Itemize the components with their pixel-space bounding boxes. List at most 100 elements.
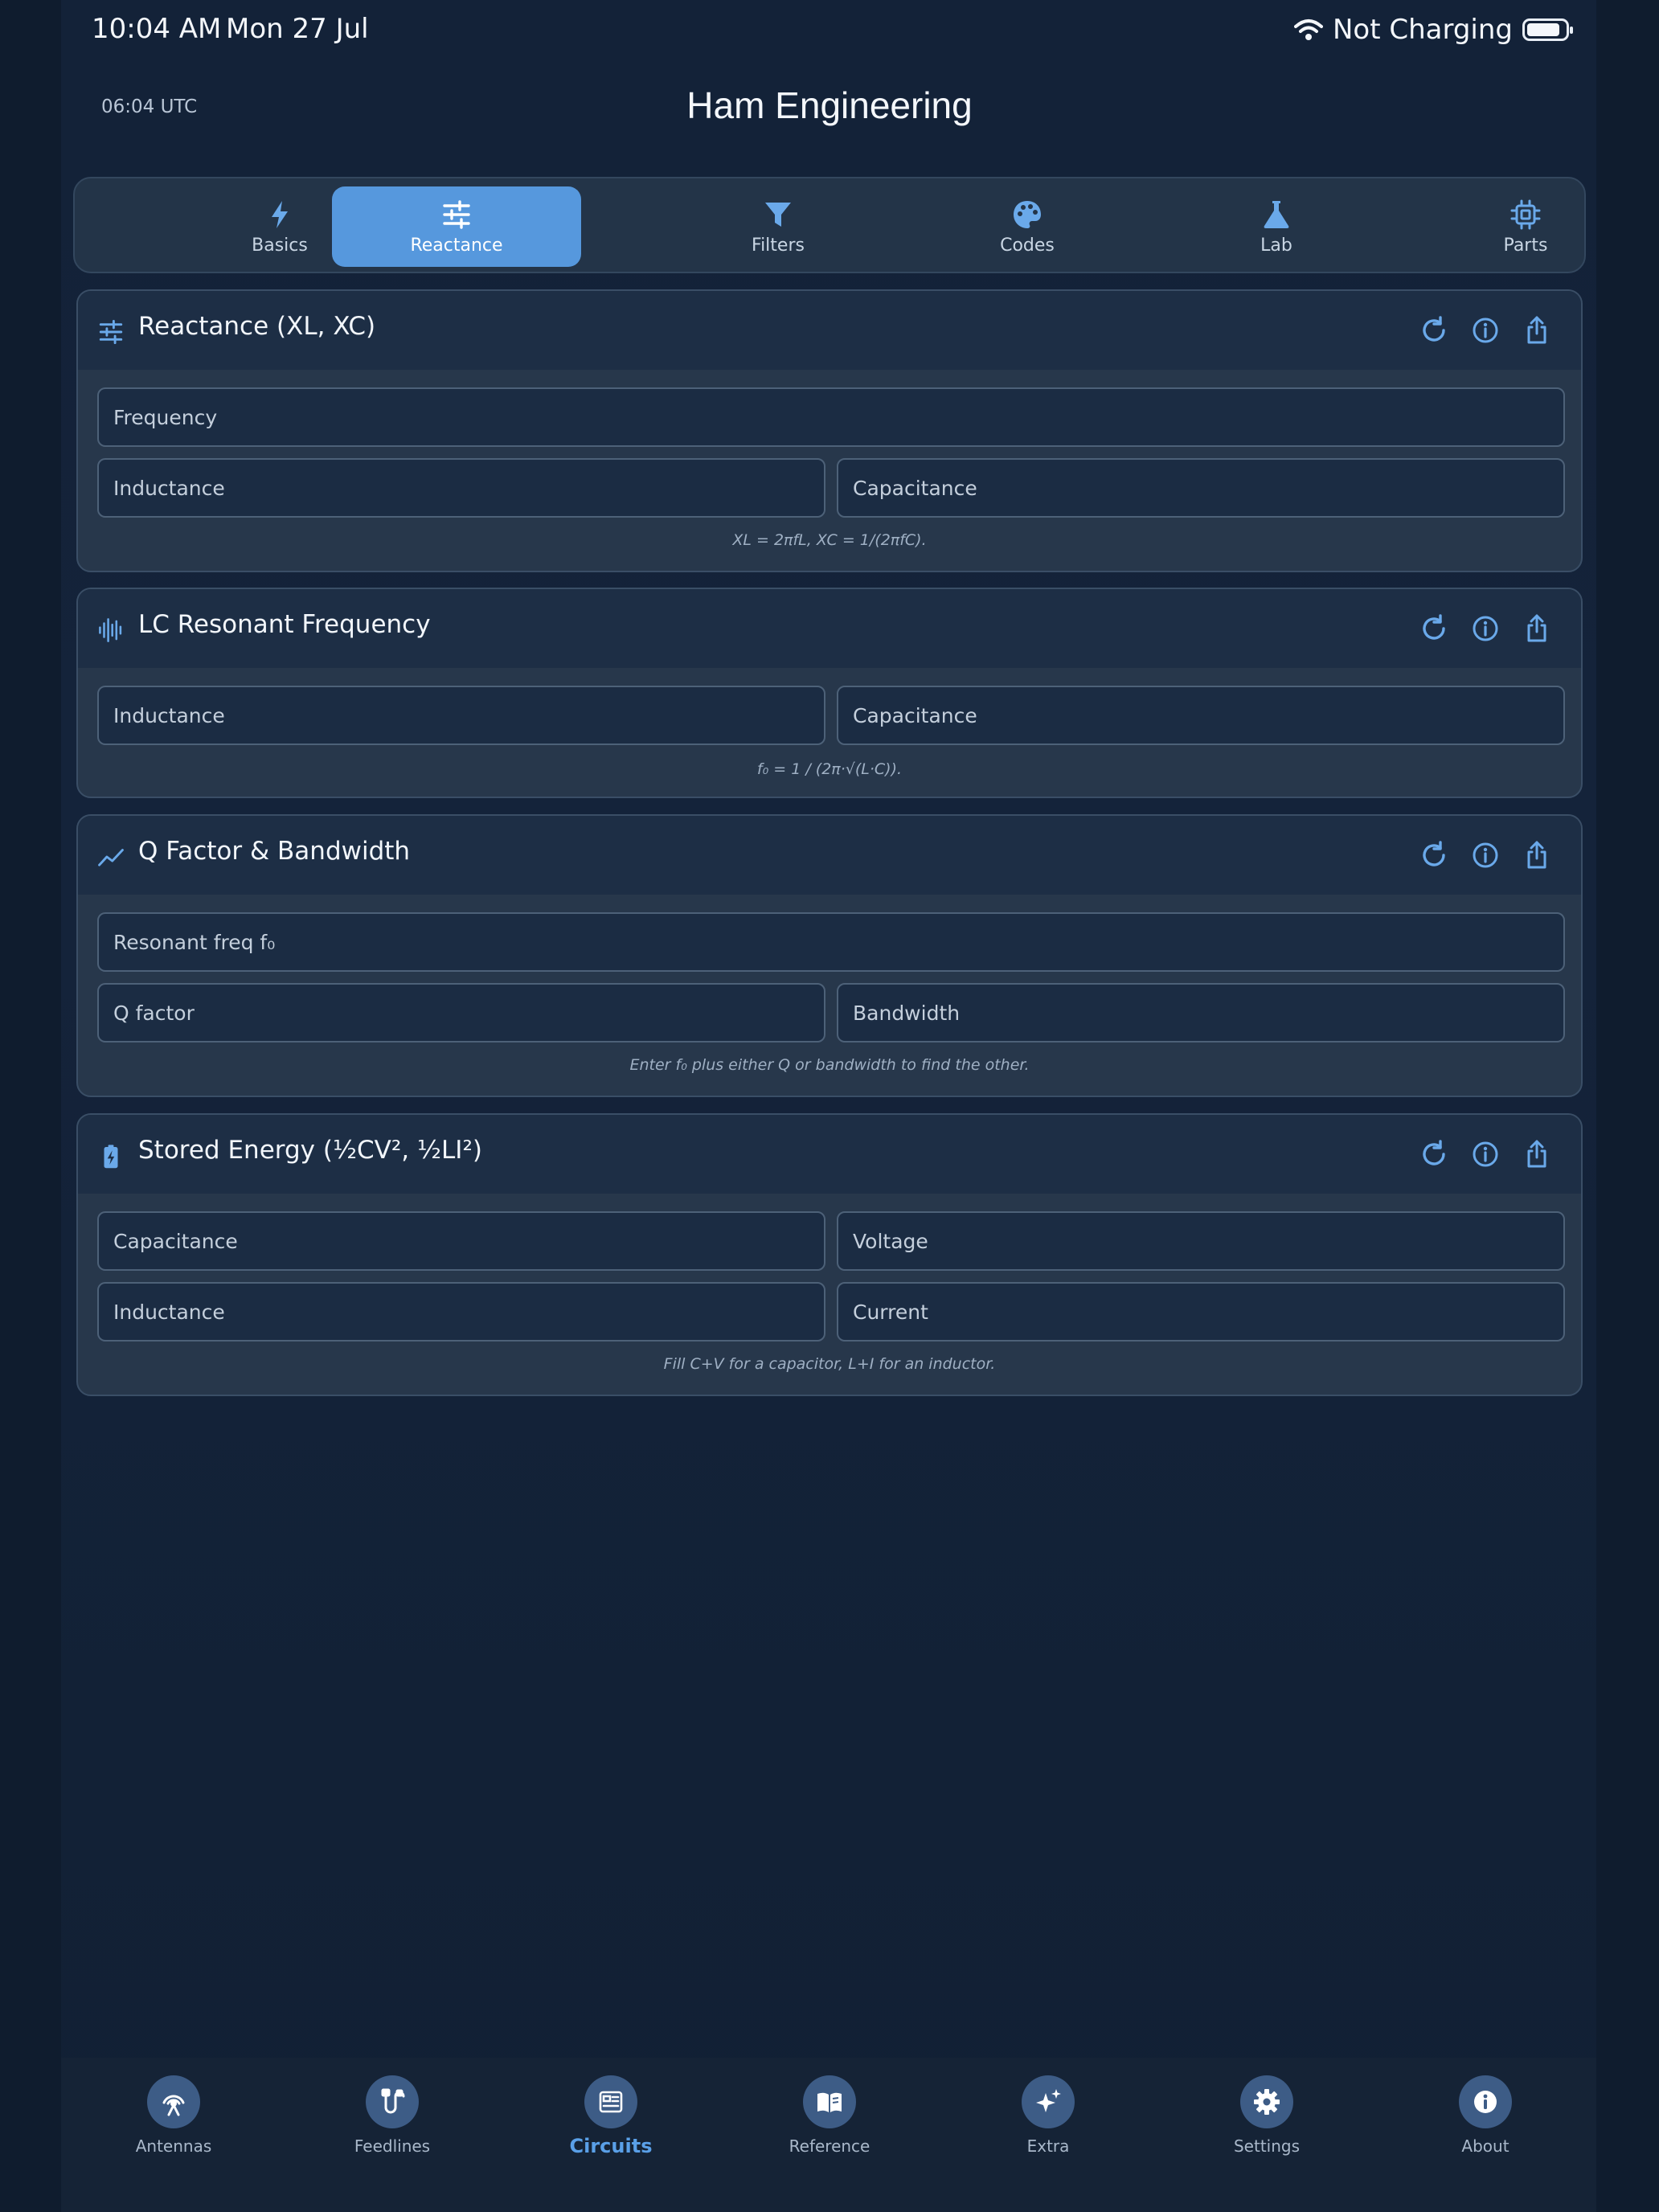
nav-settings[interactable]: Settings bbox=[1186, 2075, 1347, 2156]
card-header: LC Resonant Frequency bbox=[78, 589, 1581, 668]
inductance-input[interactable] bbox=[113, 476, 824, 500]
palette-icon bbox=[1014, 200, 1041, 228]
nav-label: Feedlines bbox=[354, 2136, 431, 2156]
status-bar: 10:04 AM Mon 27 Jul Not Charging bbox=[0, 0, 1659, 61]
nav-reference[interactable]: Reference bbox=[749, 2075, 910, 2156]
frequency-field[interactable] bbox=[97, 387, 1565, 447]
share-icon[interactable] bbox=[1522, 613, 1552, 644]
waveform-icon bbox=[99, 618, 122, 642]
info-icon[interactable] bbox=[1470, 840, 1501, 870]
nav-extra[interactable]: Extra bbox=[968, 2075, 1129, 2156]
nav-circuits[interactable]: Circuits bbox=[530, 2075, 691, 2157]
wifi-icon bbox=[1293, 19, 1323, 40]
nav-about[interactable]: About bbox=[1405, 2075, 1566, 2156]
card-actions bbox=[1419, 613, 1552, 644]
nav-icon-circle bbox=[147, 2075, 200, 2128]
status-date: Mon 27 Jul bbox=[226, 13, 369, 45]
tab-label: Codes bbox=[1000, 235, 1055, 256]
card-actions bbox=[1419, 840, 1552, 870]
current-input[interactable] bbox=[853, 1300, 1563, 1324]
card-lc-resonant-frequency: LC Resonant Frequency f₀ = 1 / (2π·√(L·C… bbox=[76, 588, 1583, 798]
nav-antennas[interactable]: Antennas bbox=[93, 2075, 254, 2156]
refresh-icon[interactable] bbox=[1419, 613, 1449, 644]
bolt-icon bbox=[272, 200, 288, 228]
card-stored-energy: Stored Energy (½CV², ½LI²) Fill C+V for … bbox=[76, 1113, 1583, 1396]
nav-label: Settings bbox=[1233, 2136, 1301, 2156]
formula-hint: f₀ = 1 / (2π·√(L·C)). bbox=[756, 760, 903, 778]
nav-label: Reference bbox=[789, 2136, 870, 2156]
card-title: Reactance (XL, XC) bbox=[138, 312, 376, 341]
capacitance-field[interactable] bbox=[837, 686, 1565, 745]
q-factor-input[interactable] bbox=[113, 1001, 824, 1025]
card-header: Q Factor & Bandwidth bbox=[78, 816, 1581, 895]
card-body: XL = 2πfL, XC = 1/(2πfC). bbox=[78, 370, 1581, 571]
category-tab-bar: Basics Reactance Filters Codes Lab Parts bbox=[73, 177, 1586, 273]
inductance-field[interactable] bbox=[97, 1282, 825, 1342]
tab-label: Lab bbox=[1260, 235, 1292, 256]
nav-feedlines[interactable]: Feedlines bbox=[312, 2075, 473, 2156]
capacitance-input[interactable] bbox=[853, 703, 1563, 727]
card-title: LC Resonant Frequency bbox=[138, 610, 431, 639]
bandwidth-input[interactable] bbox=[853, 1001, 1563, 1025]
card-header: Stored Energy (½CV², ½LI²) bbox=[78, 1115, 1581, 1194]
voltage-field[interactable] bbox=[837, 1211, 1565, 1271]
bandwidth-field[interactable] bbox=[837, 983, 1565, 1043]
tab-label: Basics bbox=[252, 235, 308, 256]
battery-bolt-icon bbox=[104, 1145, 118, 1169]
capacitance-input[interactable] bbox=[853, 476, 1563, 500]
nav-icon-circle bbox=[1022, 2075, 1075, 2128]
refresh-icon[interactable] bbox=[1419, 315, 1449, 346]
sliders-icon bbox=[99, 319, 123, 345]
capacitance-field[interactable] bbox=[837, 458, 1565, 518]
q-factor-field[interactable] bbox=[97, 983, 825, 1043]
current-field[interactable] bbox=[837, 1282, 1565, 1342]
nav-icon-circle bbox=[1459, 2075, 1512, 2128]
gear-icon bbox=[1254, 2089, 1280, 2115]
formula-hint: XL = 2πfL, XC = 1/(2πfC). bbox=[732, 531, 927, 549]
info-icon bbox=[1474, 2091, 1497, 2113]
tab-codes[interactable]: Codes bbox=[903, 186, 1152, 267]
book-icon bbox=[817, 2092, 842, 2112]
card-q-factor-bandwidth: Q Factor & Bandwidth Enter f₀ plus eithe… bbox=[76, 814, 1583, 1097]
info-icon[interactable] bbox=[1470, 315, 1501, 346]
tab-parts[interactable]: Parts bbox=[1401, 186, 1650, 267]
refresh-icon[interactable] bbox=[1419, 1139, 1449, 1169]
status-time: 10:04 AM bbox=[92, 13, 222, 45]
nav-label: Extra bbox=[1026, 2136, 1070, 2156]
flask-icon bbox=[1264, 200, 1289, 228]
inductance-input[interactable] bbox=[113, 1300, 824, 1324]
inductance-field[interactable] bbox=[97, 458, 825, 518]
card-reactance: Reactance (XL, XC) XL = 2πfL, XC = 1/(2π… bbox=[76, 289, 1583, 572]
nav-label: Antennas bbox=[135, 2136, 212, 2156]
card-actions bbox=[1419, 1139, 1552, 1169]
inductance-input[interactable] bbox=[113, 703, 824, 727]
trend-icon bbox=[98, 849, 124, 866]
card-header: Reactance (XL, XC) bbox=[78, 291, 1581, 370]
sparkles-icon bbox=[1036, 2089, 1061, 2112]
capacitance-input[interactable] bbox=[113, 1229, 824, 1253]
chip-icon bbox=[1510, 199, 1541, 229]
antenna-icon bbox=[162, 2095, 185, 2116]
voltage-input[interactable] bbox=[853, 1229, 1563, 1253]
info-icon[interactable] bbox=[1470, 1139, 1501, 1169]
nav-label: Circuits bbox=[569, 2135, 653, 2157]
refresh-icon[interactable] bbox=[1419, 840, 1449, 870]
tab-filters[interactable]: Filters bbox=[653, 186, 903, 267]
info-icon[interactable] bbox=[1470, 613, 1501, 644]
frequency-input[interactable] bbox=[113, 405, 1563, 429]
nav-icon-circle bbox=[584, 2075, 637, 2128]
inductance-field[interactable] bbox=[97, 686, 825, 745]
card-body: Enter f₀ plus either Q or bandwidth to f… bbox=[78, 895, 1581, 1096]
share-icon[interactable] bbox=[1522, 840, 1552, 870]
card-actions bbox=[1419, 315, 1552, 346]
resonant-freq-input[interactable] bbox=[113, 930, 1563, 954]
share-icon[interactable] bbox=[1522, 315, 1552, 346]
tab-lab[interactable]: Lab bbox=[1152, 186, 1401, 267]
share-icon[interactable] bbox=[1522, 1139, 1552, 1169]
capacitance-field[interactable] bbox=[97, 1211, 825, 1271]
sliders-icon bbox=[443, 199, 470, 229]
bottom-nav: Antennas Feedlines Circuits Reference Ex… bbox=[61, 2058, 1596, 2212]
funnel-icon bbox=[765, 202, 791, 227]
tab-reactance[interactable]: Reactance bbox=[332, 186, 581, 267]
resonant-freq-field[interactable] bbox=[97, 912, 1565, 972]
